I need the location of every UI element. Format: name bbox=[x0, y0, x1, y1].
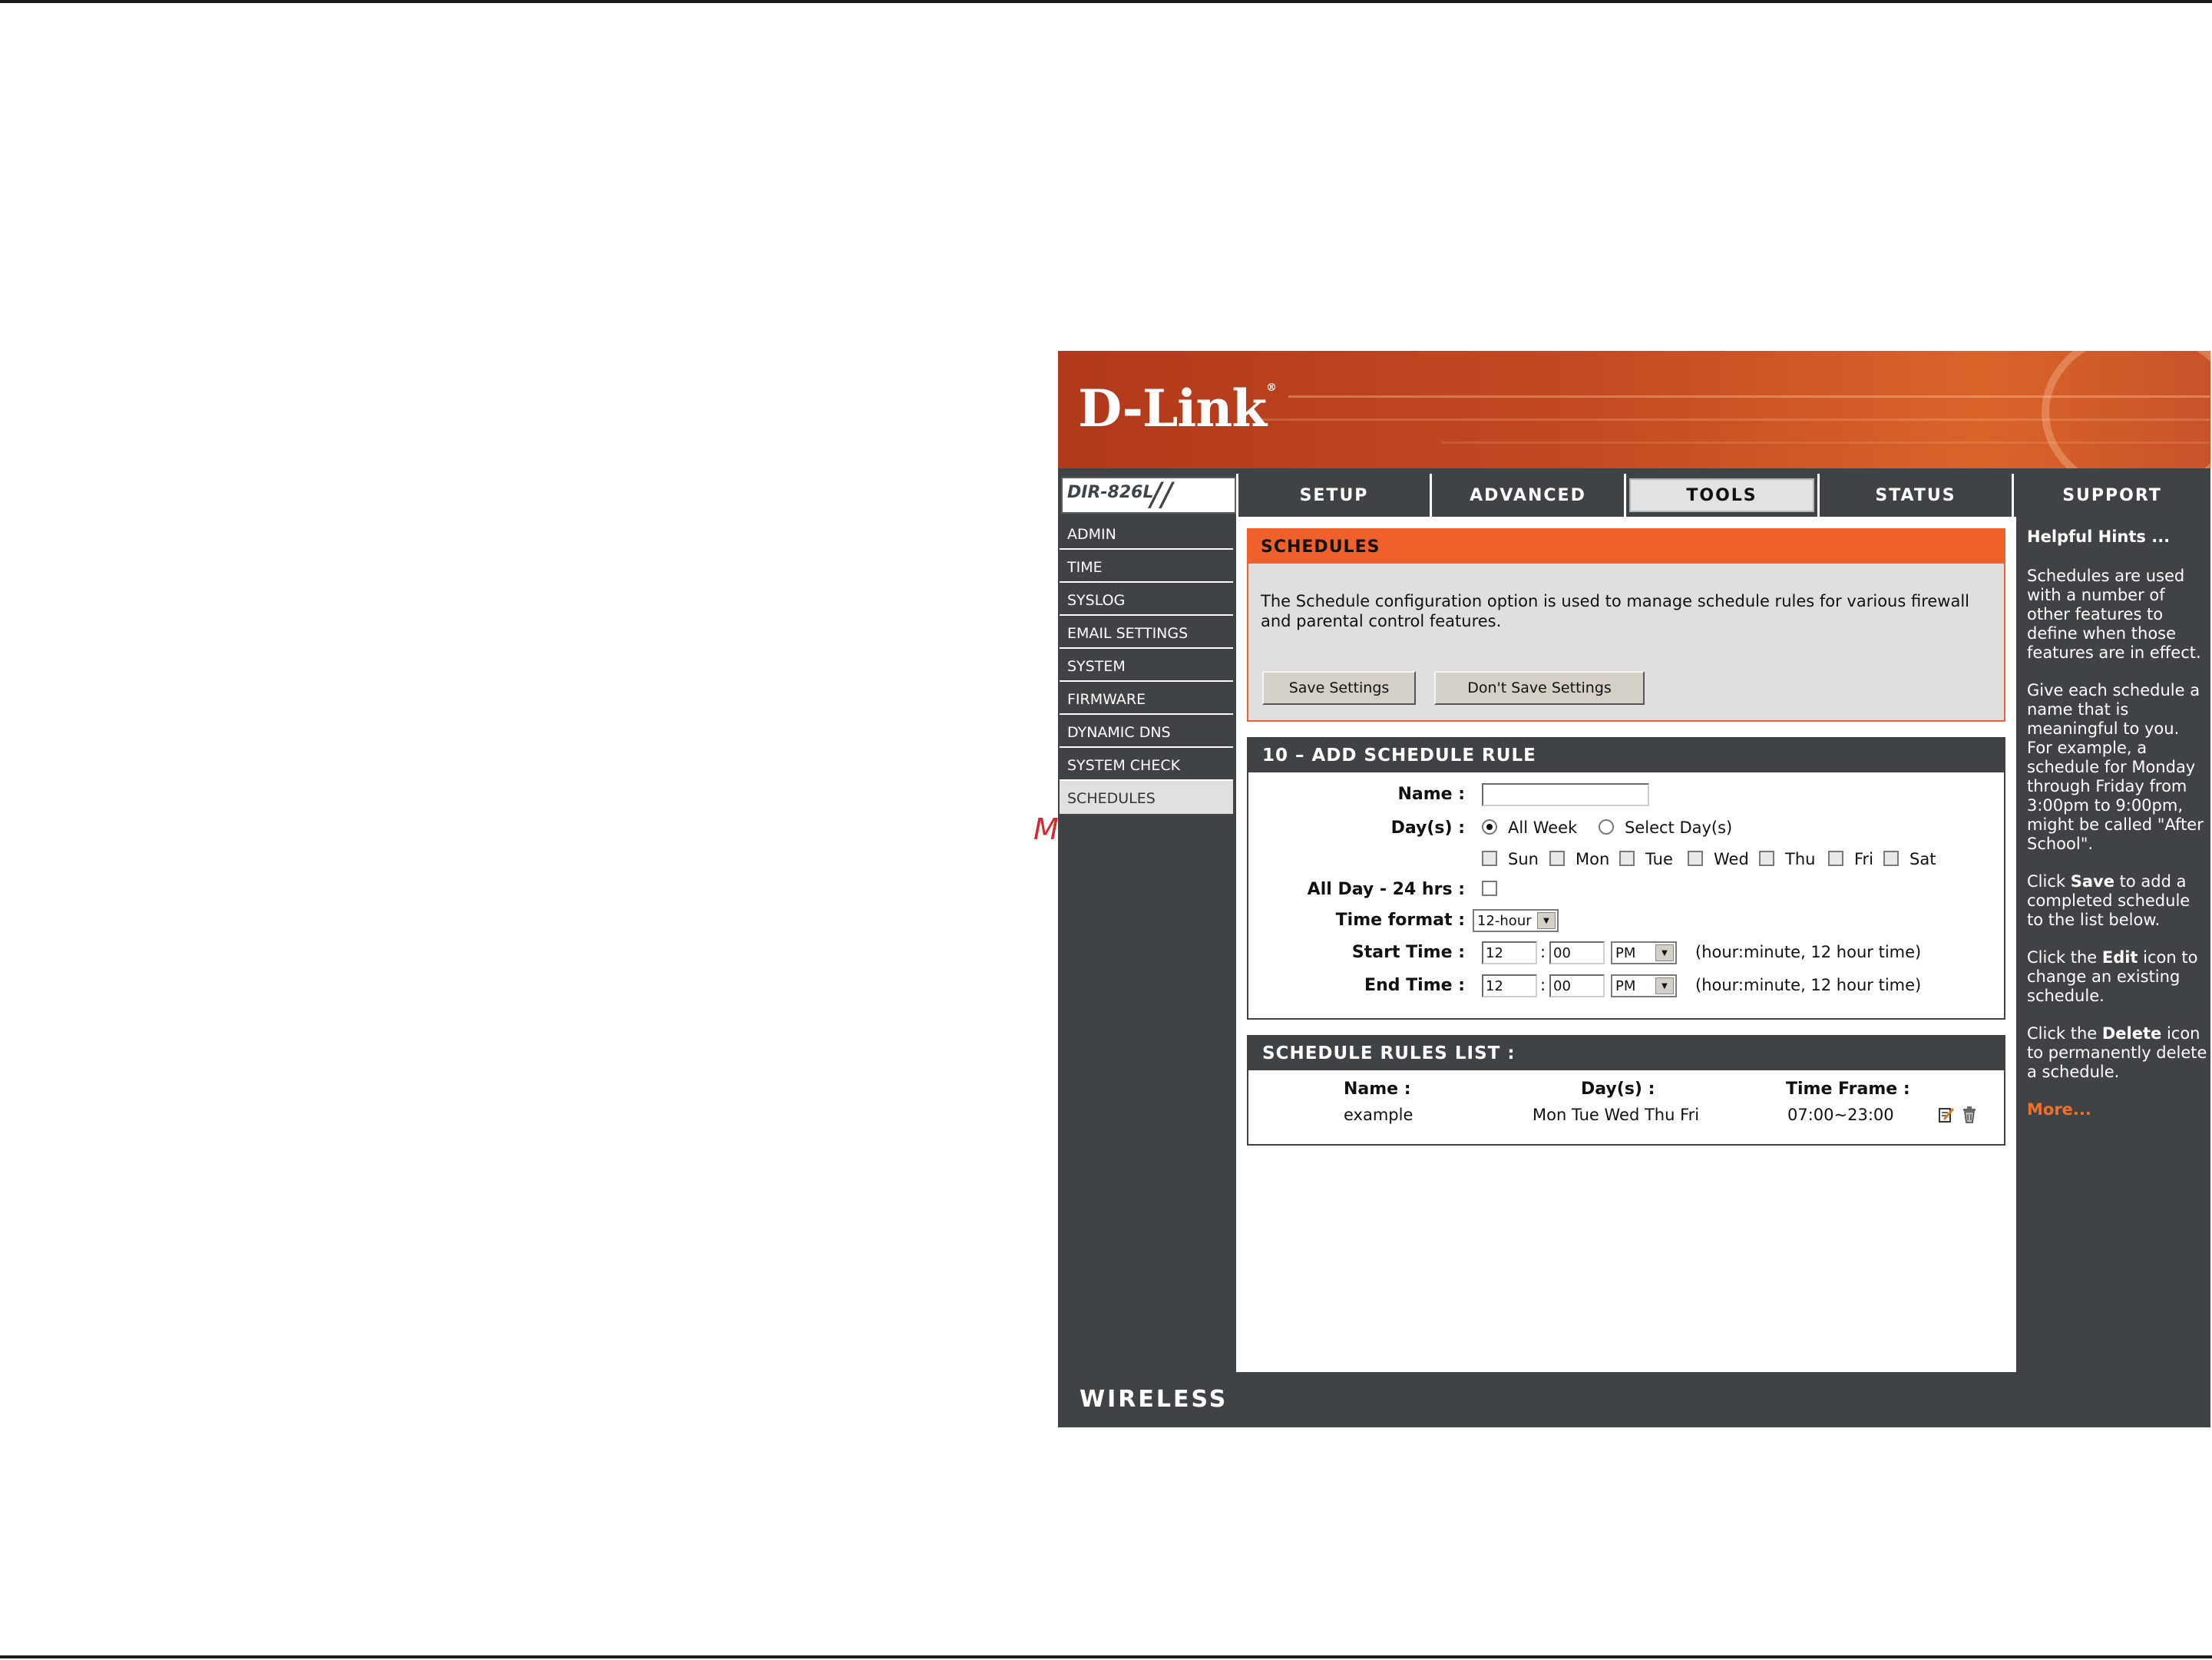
tab-tools[interactable]: TOOLS bbox=[1624, 474, 1817, 517]
hints-title: Helpful Hints ... bbox=[2027, 527, 2171, 546]
col-header-name: Name : bbox=[1344, 1080, 1411, 1099]
menu-item-schedules[interactable]: SCHEDULES bbox=[1060, 781, 1233, 814]
schedules-panel: SCHEDULES The Schedule configuration opt… bbox=[1247, 528, 2005, 722]
end-minute-input[interactable]: 00 bbox=[1549, 974, 1605, 997]
top-rule bbox=[0, 0, 2212, 3]
row-name: example bbox=[1344, 1106, 1413, 1124]
day-checkbox-fri[interactable] bbox=[1828, 851, 1843, 866]
day-checkbox-wed[interactable] bbox=[1688, 851, 1703, 866]
time-format-label: Time format : bbox=[1335, 911, 1465, 930]
name-label: Name : bbox=[1397, 785, 1465, 804]
add-schedule-rule-panel: 10 – ADD SCHEDULE RULE Name : Day(s) : A… bbox=[1247, 737, 2005, 1020]
hint-paragraph: Click the Delete icon to permanently del… bbox=[2027, 1024, 2207, 1081]
hint-paragraph: Click the Edit icon to change an existin… bbox=[2027, 948, 2198, 1005]
end-hour-input[interactable]: 12 bbox=[1482, 974, 1537, 997]
more-link[interactable]: More... bbox=[2027, 1100, 2210, 1119]
all-day-label: All Day - 24 hrs : bbox=[1307, 880, 1465, 899]
chevron-down-icon: ▼ bbox=[1537, 912, 1556, 929]
start-minute-input[interactable]: 00 bbox=[1549, 941, 1605, 964]
day-label-thu: Thu bbox=[1785, 850, 1816, 868]
menu-item-time[interactable]: TIME bbox=[1060, 550, 1233, 583]
day-label-tue: Tue bbox=[1645, 850, 1673, 868]
main-content: SCHEDULES The Schedule configuration opt… bbox=[1236, 517, 2016, 1372]
model-name: DIR-826L bbox=[1067, 483, 1154, 502]
col-header-time-frame: Time Frame : bbox=[1786, 1080, 1910, 1099]
menu-item-system-check[interactable]: SYSTEM CHECK bbox=[1060, 748, 1233, 781]
tab-advanced[interactable]: ADVANCED bbox=[1430, 474, 1624, 517]
hint-paragraph: Give each schedule a name that is meanin… bbox=[2027, 681, 2204, 853]
chevron-down-icon: ▼ bbox=[1655, 944, 1674, 961]
day-label-fri: Fri bbox=[1854, 850, 1874, 868]
edit-icon[interactable] bbox=[1938, 1106, 1955, 1124]
hint-paragraph: Schedules are used with a number of othe… bbox=[2027, 567, 2201, 662]
end-time-hint: (hour:minute, 12 hour time) bbox=[1695, 976, 1922, 994]
start-hour-input[interactable]: 12 bbox=[1482, 941, 1537, 964]
model-slashes: // bbox=[1150, 475, 1172, 513]
tab-bar: DIR-826L // SETUP ADVANCED TOOLS STATUS … bbox=[1058, 474, 2210, 517]
add-rule-title: 10 – ADD SCHEDULE RULE bbox=[1248, 739, 2004, 772]
left-menu: ADMIN TIME SYSLOG EMAIL SETTINGS SYSTEM … bbox=[1058, 517, 1235, 814]
col-header-days: Day(s) : bbox=[1581, 1080, 1655, 1099]
dont-save-settings-button[interactable]: Don't Save Settings bbox=[1434, 671, 1645, 705]
start-colon: : bbox=[1540, 943, 1546, 961]
time-format-select[interactable]: 12-hour ▼ bbox=[1473, 909, 1559, 932]
row-time-frame: 07:00~23:00 bbox=[1787, 1106, 1894, 1124]
all-week-radio[interactable] bbox=[1482, 819, 1497, 835]
bottom-rule bbox=[0, 1655, 2212, 1658]
select-days-label: Select Day(s) bbox=[1625, 818, 1733, 837]
schedule-rules-list-panel: SCHEDULE RULES LIST : Name : Day(s) : Ti… bbox=[1247, 1035, 2005, 1146]
day-checkbox-sun[interactable] bbox=[1482, 851, 1497, 866]
delete-icon[interactable] bbox=[1961, 1106, 1978, 1124]
select-days-radio[interactable] bbox=[1599, 819, 1614, 835]
tab-status[interactable]: STATUS bbox=[1817, 474, 2012, 517]
day-label-wed: Wed bbox=[1714, 850, 1749, 868]
day-checkbox-mon[interactable] bbox=[1549, 851, 1565, 866]
rules-list-title: SCHEDULE RULES LIST : bbox=[1248, 1037, 2004, 1070]
schedules-description: The Schedule configuration option is use… bbox=[1261, 592, 1969, 630]
day-checkbox-sat[interactable] bbox=[1883, 851, 1899, 866]
helpful-hints: Helpful Hints ... Schedules are used wit… bbox=[2018, 517, 2210, 1119]
end-time-label: End Time : bbox=[1364, 976, 1465, 995]
chevron-down-icon: ▼ bbox=[1655, 977, 1674, 994]
tab-support[interactable]: SUPPORT bbox=[2012, 474, 2210, 517]
menu-item-email-settings[interactable]: EMAIL SETTINGS bbox=[1060, 616, 1233, 649]
menu-item-admin[interactable]: ADMIN bbox=[1060, 517, 1233, 550]
header-banner: D-Link® bbox=[1058, 351, 2210, 468]
days-label: Day(s) : bbox=[1390, 818, 1465, 838]
all-week-label: All Week bbox=[1508, 818, 1578, 837]
menu-item-syslog[interactable]: SYSLOG bbox=[1060, 583, 1233, 616]
menu-item-system[interactable]: SYSTEM bbox=[1060, 649, 1233, 682]
menu-item-firmware[interactable]: FIRMWARE bbox=[1060, 682, 1233, 715]
start-time-label: Start Time : bbox=[1351, 943, 1465, 962]
tab-setup[interactable]: SETUP bbox=[1236, 474, 1430, 517]
wireless-logo: WIRELESS bbox=[1080, 1386, 1228, 1413]
schedule-name-input[interactable] bbox=[1482, 783, 1649, 806]
schedules-title: SCHEDULES bbox=[1248, 530, 2004, 564]
save-settings-button[interactable]: Save Settings bbox=[1262, 671, 1416, 705]
menu-item-dynamic-dns[interactable]: DYNAMIC DNS bbox=[1060, 715, 1233, 748]
router-admin-page: D-Link® DIR-826L // SETUP ADVANCED TOOLS… bbox=[1058, 351, 2210, 1427]
day-label-sat: Sat bbox=[1909, 850, 1936, 868]
model-badge: DIR-826L // bbox=[1058, 474, 1236, 517]
end-ampm-select[interactable]: PM ▼ bbox=[1611, 974, 1677, 997]
all-day-checkbox[interactable] bbox=[1482, 881, 1497, 896]
day-label-sun: Sun bbox=[1508, 850, 1539, 868]
day-checkbox-thu[interactable] bbox=[1759, 851, 1774, 866]
start-time-hint: (hour:minute, 12 hour time) bbox=[1695, 943, 1922, 961]
day-checkbox-tue[interactable] bbox=[1619, 851, 1635, 866]
start-ampm-select[interactable]: PM ▼ bbox=[1611, 941, 1677, 964]
day-label-mon: Mon bbox=[1576, 850, 1610, 868]
end-colon: : bbox=[1540, 976, 1546, 994]
hint-paragraph: Click Save to add a completed schedule t… bbox=[2027, 872, 2191, 929]
dlink-logo: D-Link® bbox=[1078, 379, 1277, 438]
row-days: Mon Tue Wed Thu Fri bbox=[1533, 1106, 1700, 1124]
